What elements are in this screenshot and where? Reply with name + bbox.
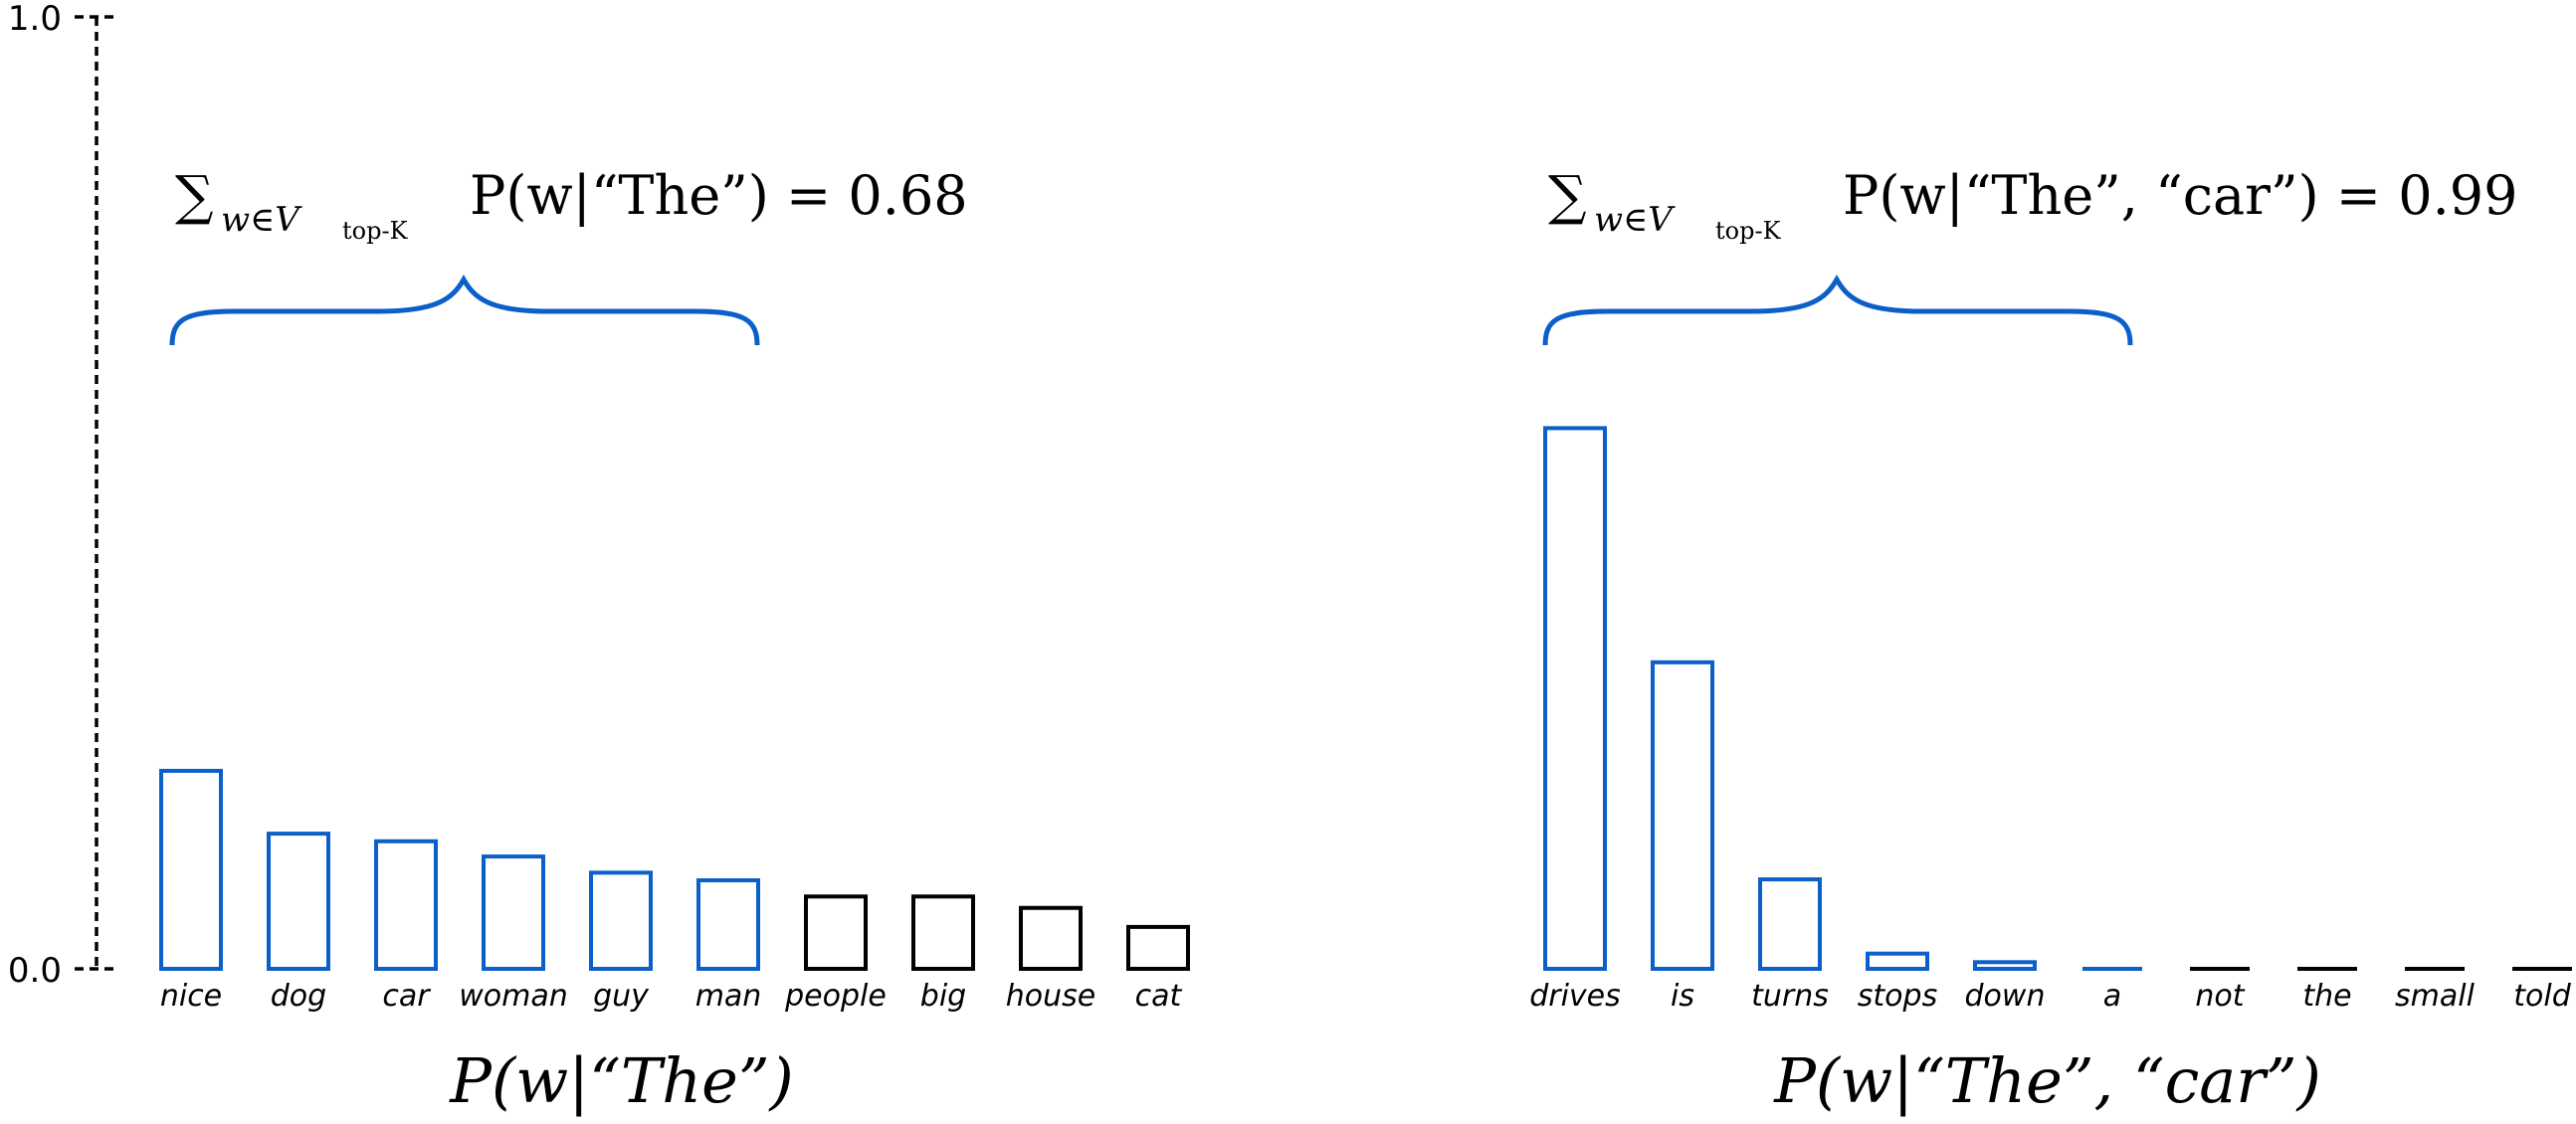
word-label-big: big: [920, 979, 966, 1014]
sum-subscript: w∈V: [1594, 200, 1676, 240]
word-label-car: car: [382, 979, 431, 1014]
bar-drives: [1543, 426, 1607, 971]
word-label-the: the: [2302, 979, 2351, 1014]
word-label-house: house: [1006, 979, 1095, 1014]
bar-dog: [267, 832, 330, 972]
word-labels-the-car: drives is turns stops down a not the small told: [1529, 979, 2571, 1014]
sum-expression: P(w|“The”) = 0.68: [470, 164, 968, 227]
word-label-guy: guy: [593, 979, 650, 1014]
sum-subscript: w∈V: [221, 200, 302, 240]
x-axis-label-the: P(w|“The”): [449, 1044, 793, 1117]
y-tick-label-bottom: 0.0: [8, 951, 62, 991]
sum-annotation-the: ∑ w∈V top-K P(w|“The”) = 0.68: [175, 164, 968, 245]
bar-is: [1651, 659, 1714, 971]
word-label-down: down: [1965, 979, 2046, 1014]
bar-man: [696, 877, 760, 972]
word-label-a: a: [2103, 979, 2121, 1014]
brace-the: [169, 275, 760, 346]
word-label-stops: stops: [1858, 979, 1937, 1014]
bar-nice: [159, 768, 223, 971]
bar-stops: [1866, 951, 1929, 971]
sum-subsubscript: top-K: [1715, 217, 1782, 245]
bar-big: [911, 894, 975, 972]
x-axis-label-the-car: P(w|“The”, “car”): [1773, 1044, 2321, 1117]
top-k-probability-figure: 1.0 0.0 nice dog car woman guy man people big ho…: [8, 0, 2572, 1117]
word-label-people: people: [784, 979, 887, 1014]
y-tick-label-top: 1.0: [8, 0, 62, 39]
sum-expression: P(w|“The”, “car”) = 0.99: [1843, 164, 2517, 227]
word-label-is: is: [1671, 979, 1694, 1014]
bars-the: [159, 768, 1190, 972]
sum-annotation-the-car: ∑ w∈V top-K P(w|“The”, “car”) = 0.99: [1548, 164, 2517, 245]
bar-people: [804, 894, 868, 972]
bars-the-car: [1543, 426, 2572, 972]
bar-house: [1019, 905, 1083, 972]
word-label-not: not: [2195, 979, 2245, 1014]
bar-turns: [1758, 877, 1822, 971]
word-label-nice: nice: [160, 979, 222, 1014]
sum-symbol: ∑: [1548, 164, 1587, 227]
bar-down: [1973, 960, 2037, 972]
word-label-cat: cat: [1135, 979, 1183, 1014]
word-labels-the: nice dog car woman guy man people big house cat: [160, 979, 1183, 1014]
word-label-turns: turns: [1751, 979, 1829, 1014]
panel-the-car: drives is turns stops down a not the small told ∑…: [1529, 164, 2572, 1117]
word-label-drives: drives: [1529, 979, 1621, 1014]
word-label-small: small: [2395, 979, 2476, 1014]
bar-cat: [1126, 924, 1190, 972]
panel-the: nice dog car woman guy man people big house cat ∑…: [159, 164, 1190, 1117]
word-label-dog: dog: [271, 979, 326, 1014]
y-axis: 1.0 0.0: [8, 0, 117, 991]
bar-guy: [589, 870, 653, 972]
sum-symbol: ∑: [175, 164, 214, 227]
bar-car: [374, 839, 438, 972]
brace-the-car: [1542, 275, 2133, 346]
bar-woman: [482, 854, 545, 971]
sum-subsubscript: top-K: [342, 217, 409, 245]
word-label-man: man: [695, 979, 762, 1014]
word-label-told: told: [2513, 979, 2571, 1014]
word-label-woman: woman: [459, 979, 568, 1014]
